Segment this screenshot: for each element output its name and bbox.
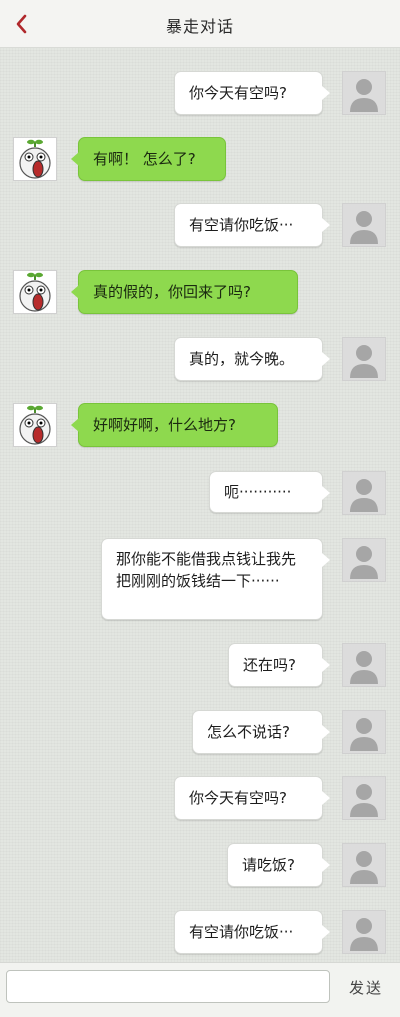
user-avatar[interactable] — [342, 471, 386, 515]
message-bubble-outgoing[interactable]: 有空请你吃饭··· — [174, 203, 330, 247]
message-bubble-incoming[interactable]: 有啊！ 怎么了? — [71, 137, 226, 181]
top-bar: 暴走对话 — [0, 0, 400, 48]
user-avatar[interactable] — [342, 643, 386, 687]
user-avatar[interactable] — [342, 843, 386, 887]
user-avatar[interactable] — [342, 203, 386, 247]
message-input[interactable] — [6, 970, 330, 1003]
friend-avatar[interactable] — [13, 403, 57, 447]
compose-bar: 发送 — [0, 962, 400, 1017]
message-bubble-incoming[interactable]: 好啊好啊，什么地方? — [71, 403, 278, 447]
message-bubble-outgoing[interactable]: 那你能不能借我点钱让我先把刚刚的饭钱结一下······ — [101, 538, 330, 620]
message-bubble-outgoing[interactable]: 还在吗? — [228, 643, 330, 687]
message-bubble-outgoing[interactable]: 你今天有空吗? — [174, 71, 330, 115]
user-avatar[interactable] — [342, 538, 386, 582]
user-avatar[interactable] — [342, 910, 386, 954]
message-bubble-outgoing[interactable]: 呃··········· — [209, 471, 330, 513]
message-bubble-outgoing[interactable]: 真的，就今晚。 — [174, 337, 330, 381]
message-bubble-outgoing[interactable]: 有空请你吃饭··· — [174, 910, 330, 954]
friend-avatar[interactable] — [13, 137, 57, 181]
user-avatar[interactable] — [342, 71, 386, 115]
friend-avatar[interactable] — [13, 270, 57, 314]
message-bubble-incoming[interactable]: 真的假的，你回来了吗? — [71, 270, 298, 314]
message-bubble-outgoing[interactable]: 请吃饭? — [227, 843, 330, 887]
user-avatar[interactable] — [342, 776, 386, 820]
message-bubble-outgoing[interactable]: 怎么不说话? — [192, 710, 330, 754]
page-title: 暴走对话 — [165, 17, 234, 36]
user-avatar[interactable] — [342, 337, 386, 381]
user-avatar[interactable] — [342, 710, 386, 754]
send-button[interactable]: 发送 — [340, 974, 392, 1000]
message-bubble-outgoing[interactable]: 你今天有空吗? — [174, 776, 330, 820]
